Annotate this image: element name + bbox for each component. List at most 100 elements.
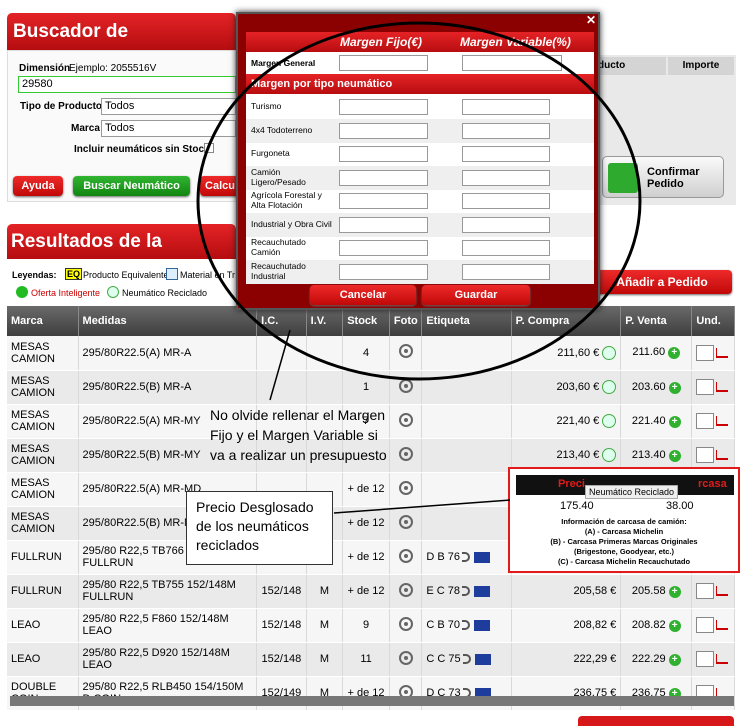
horizontal-scrollbar[interactable] <box>10 696 734 706</box>
type-variable-input[interactable] <box>462 240 550 256</box>
type-fixed-input[interactable] <box>339 99 428 115</box>
type-variable-input[interactable] <box>462 263 550 280</box>
add-icon[interactable]: + <box>668 585 681 598</box>
tyre-photo-icon[interactable] <box>398 480 413 495</box>
eu-label-icon[interactable] <box>474 653 491 665</box>
cell-photo[interactable] <box>389 336 423 371</box>
product-type-select[interactable]: Todos <box>101 98 236 115</box>
cart-icon[interactable] <box>716 450 729 460</box>
tread-icon <box>166 268 178 280</box>
stockless-checkbox[interactable] <box>204 143 214 153</box>
quantity-input[interactable] <box>696 413 715 429</box>
col-brand[interactable]: Marca <box>7 306 79 336</box>
cell-brand: FULLRUN <box>7 574 79 609</box>
tyre-photo-icon[interactable] <box>398 412 413 427</box>
cell-photo[interactable] <box>389 404 423 439</box>
general-fixed-input[interactable] <box>339 55 428 71</box>
recycled-icon[interactable] <box>602 448 617 462</box>
cancel-button[interactable]: Cancelar <box>310 285 416 305</box>
add-icon[interactable]: + <box>668 449 681 462</box>
quantity-input[interactable] <box>696 651 715 667</box>
tyre-photo-icon[interactable] <box>398 344 413 359</box>
tyre-photo-icon[interactable] <box>398 650 413 665</box>
add-icon[interactable]: + <box>668 619 681 632</box>
col-size[interactable]: Medidas <box>78 306 258 336</box>
cart-icon[interactable] <box>716 620 729 630</box>
tyre-photo-icon[interactable] <box>398 616 413 631</box>
cell-units[interactable] <box>691 642 735 677</box>
add-icon[interactable]: + <box>668 381 681 394</box>
cart-icon[interactable] <box>716 586 729 596</box>
type-fixed-input[interactable] <box>339 240 428 256</box>
recycled-icon[interactable] <box>602 414 617 428</box>
recycled-icon[interactable] <box>602 345 617 360</box>
cart-icon[interactable] <box>716 347 729 358</box>
cell-photo[interactable] <box>389 608 423 643</box>
general-variable-input[interactable] <box>462 55 562 71</box>
cell-photo[interactable] <box>389 472 423 507</box>
cell-units[interactable] <box>691 370 735 405</box>
add-icon[interactable]: + <box>668 347 681 360</box>
quantity-input[interactable] <box>696 344 715 361</box>
help-button[interactable]: Ayuda <box>13 176 63 196</box>
tyre-photo-icon[interactable] <box>398 548 413 563</box>
cell-units[interactable] <box>691 574 735 609</box>
type-fixed-input[interactable] <box>339 216 428 233</box>
eu-label-icon[interactable] <box>473 619 490 631</box>
cell-photo[interactable] <box>389 540 423 575</box>
add-icon[interactable]: + <box>668 653 681 666</box>
quantity-input[interactable] <box>696 447 715 463</box>
margin-type-row: 4x4 Todoterreno <box>246 118 594 143</box>
save-button[interactable]: Guardar <box>422 285 530 305</box>
cell-units[interactable] <box>691 336 735 371</box>
type-fixed-input[interactable] <box>339 146 428 162</box>
cell-buy-price: 205,58 € <box>511 574 622 609</box>
type-fixed-input[interactable] <box>339 122 428 139</box>
cell-size: 295/80 R22,5 TB755 152/148M FULLRUN <box>78 574 258 609</box>
eu-label-icon[interactable] <box>473 551 490 563</box>
quantity-input[interactable] <box>696 583 715 599</box>
type-fixed-input[interactable] <box>339 263 428 280</box>
cell-photo[interactable] <box>389 642 423 677</box>
cell-sell-price: 222.29 + <box>620 642 693 677</box>
type-variable-input[interactable] <box>462 216 550 233</box>
cart-icon[interactable] <box>716 654 729 664</box>
tyre-photo-icon[interactable] <box>398 582 413 597</box>
type-variable-input[interactable] <box>462 169 550 186</box>
type-variable-input[interactable] <box>462 193 550 209</box>
margin-type-label: Furgoneta <box>251 148 290 159</box>
type-variable-input[interactable] <box>462 99 550 115</box>
tyre-photo-icon[interactable] <box>398 378 413 393</box>
tyre-photo-icon[interactable] <box>398 514 413 529</box>
cart-icon[interactable] <box>716 416 729 426</box>
eu-label-icon[interactable] <box>473 585 490 597</box>
table-row: LEAO 295/80 R22,5 F860 152/148M LEAO 152/1… <box>7 608 735 643</box>
col-variable-margin: Margen Variable(%) <box>460 35 571 49</box>
type-variable-input[interactable] <box>462 122 550 139</box>
type-fixed-input[interactable] <box>339 193 428 209</box>
cell-photo[interactable] <box>389 370 423 405</box>
add-to-order-button[interactable]: Añadir a Pedido <box>592 270 732 294</box>
cell-photo[interactable] <box>389 438 423 473</box>
col-buy-price[interactable]: P. Compra <box>511 306 622 336</box>
calculate-button[interactable]: Calcu <box>200 176 240 196</box>
close-icon[interactable]: ✕ <box>584 13 598 27</box>
popup-tooltip: Neumático Reciclado <box>585 485 679 499</box>
quantity-input[interactable] <box>696 379 715 395</box>
brand-select[interactable]: Todos <box>101 120 236 137</box>
cart-icon[interactable] <box>716 382 729 392</box>
add-icon[interactable]: + <box>668 415 681 428</box>
bottom-button[interactable] <box>578 716 734 726</box>
cell-units[interactable] <box>691 608 735 643</box>
type-variable-input[interactable] <box>462 146 550 162</box>
cell-photo[interactable] <box>389 506 423 541</box>
type-fixed-input[interactable] <box>339 169 428 186</box>
cell-units[interactable] <box>691 404 735 439</box>
quantity-input[interactable] <box>696 617 715 633</box>
search-button[interactable]: Buscar Neumático <box>73 176 190 196</box>
recycled-icon[interactable] <box>602 380 617 394</box>
tyre-photo-icon[interactable] <box>398 446 413 461</box>
cell-photo[interactable] <box>389 574 423 609</box>
dimension-input[interactable]: 29580 <box>18 76 236 93</box>
confirm-order-button[interactable]: Confirmar Pedido <box>602 156 724 198</box>
